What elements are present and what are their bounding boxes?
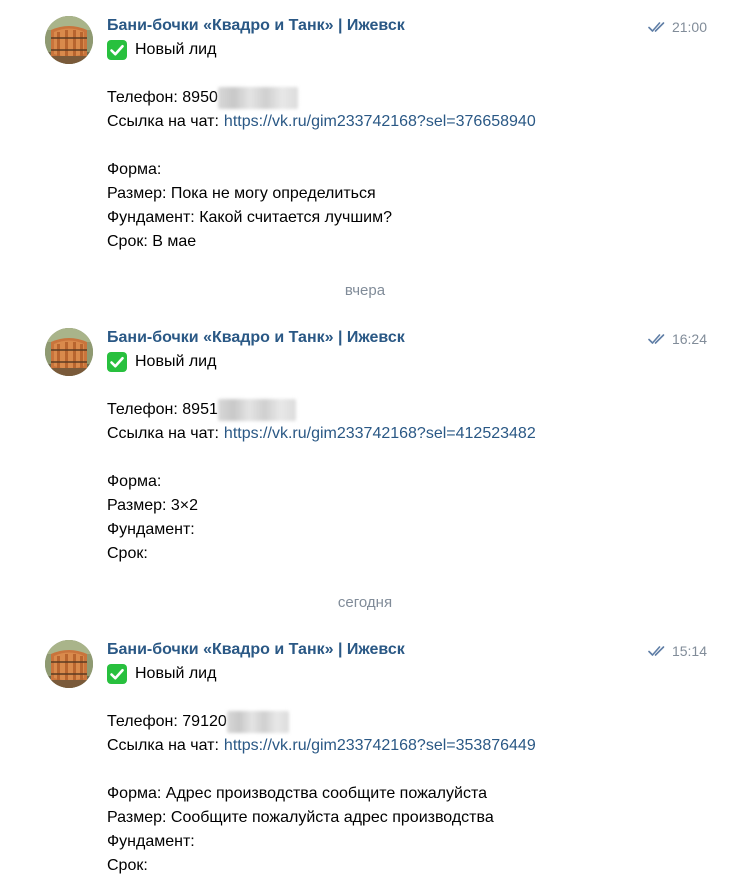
phone-label: Телефон: — [107, 89, 178, 106]
message-time: 15:14 — [671, 643, 707, 659]
sender-name[interactable]: Бани-бочки «Квадро и Танк» | Ижевск — [107, 640, 405, 660]
phone-label: Телефон: — [107, 713, 178, 730]
form-line: Форма: Адрес производства сообщите пожал… — [107, 782, 536, 806]
double-check-icon — [648, 645, 668, 657]
chat-link-line: Ссылка на чат: https://vk.ru/gim233742168… — [107, 734, 536, 758]
avatar-image — [45, 16, 93, 64]
size-value: 3×2 — [170, 497, 199, 514]
phone-value: 8951 — [182, 401, 218, 418]
term-label: Срок: — [107, 233, 148, 250]
sender-name[interactable]: Бани-бочки «Квадро и Танк» | Ижевск — [107, 328, 405, 348]
size-value: Пока не могу определиться — [170, 185, 376, 202]
form-line: Форма: — [107, 158, 536, 182]
phone-line: Телефон: 8951 — [107, 398, 536, 422]
message-meta: 21:00 — [648, 18, 707, 36]
status-text: Новый лид — [135, 665, 217, 682]
green-checkmark-icon — [107, 352, 127, 372]
foundation-label: Фундамент: — [107, 521, 195, 538]
redacted-phone — [226, 711, 289, 733]
status-text: Новый лид — [135, 353, 217, 370]
term-label: Срок: — [107, 545, 148, 562]
message-meta: 15:14 — [648, 642, 707, 660]
chat-link-line: Ссылка на чат: https://vk.ru/gim233742168… — [107, 422, 536, 446]
date-separator: вчера — [344, 282, 386, 299]
avatar[interactable] — [45, 16, 93, 64]
foundation-label: Фундамент: — [107, 209, 195, 226]
form-value: Адрес производства сообщите пожалуйста — [165, 785, 487, 802]
green-checkmark-icon — [107, 40, 127, 60]
avatar-image — [45, 328, 93, 376]
message-meta: 16:24 — [648, 330, 707, 348]
message-time: 21:00 — [671, 19, 707, 35]
message-time: 16:24 — [671, 331, 707, 347]
phone-label: Телефон: — [107, 401, 178, 418]
message-body: Новый лид Телефон: 79120 Ссылка на чат: h… — [107, 662, 536, 878]
term-line: Срок: — [107, 854, 536, 878]
form-label: Форма: — [107, 161, 162, 178]
form-line: Форма: — [107, 470, 536, 494]
chat-link[interactable]: https://vk.ru/gim233742168?sel=353876449 — [224, 734, 536, 758]
phone-line: Телефон: 8950 — [107, 86, 536, 110]
term-label: Срок: — [107, 857, 148, 874]
green-checkmark-icon — [107, 664, 127, 684]
form-label: Форма: — [107, 473, 162, 490]
term-line: Срок: — [107, 542, 536, 566]
status-line: Новый лид — [107, 350, 536, 374]
phone-value: 79120 — [182, 713, 227, 730]
chat-link-label: Ссылка на чат: — [107, 425, 219, 442]
foundation-line: Фундамент: Какой считается лучшим? — [107, 206, 536, 230]
message-body: Новый лид Телефон: 8950 Ссылка на чат: ht… — [107, 38, 536, 254]
foundation-line: Фундамент: — [107, 518, 536, 542]
size-value: Сообщите пожалуйста адрес производства — [170, 809, 494, 826]
phone-line: Телефон: 79120 — [107, 710, 536, 734]
chat-link-label: Ссылка на чат: — [107, 737, 219, 754]
size-line: Размер: Сообщите пожалуйста адрес произв… — [107, 806, 536, 830]
redacted-phone — [217, 399, 296, 421]
size-line: Размер: Пока не могу определиться — [107, 182, 536, 206]
date-separator: сегодня — [337, 594, 393, 611]
avatar-image — [45, 640, 93, 688]
redacted-phone — [217, 87, 298, 109]
foundation-line: Фундамент: — [107, 830, 536, 854]
double-check-icon — [648, 21, 668, 33]
size-line: Размер: 3×2 — [107, 494, 536, 518]
status-line: Новый лид — [107, 38, 536, 62]
avatar[interactable] — [45, 328, 93, 376]
chat-link[interactable]: https://vk.ru/gim233742168?sel=412523482 — [224, 422, 536, 446]
foundation-value: Какой считается лучшим? — [199, 209, 392, 226]
size-label: Размер: — [107, 185, 167, 202]
foundation-label: Фундамент: — [107, 833, 195, 850]
avatar[interactable] — [45, 640, 93, 688]
term-line: Срок: В мае — [107, 230, 536, 254]
term-value: В мае — [152, 233, 197, 250]
double-check-icon — [648, 333, 668, 345]
chat-link-label: Ссылка на чат: — [107, 113, 219, 130]
form-label: Форма: — [107, 785, 162, 802]
chat-link-line: Ссылка на чат: https://vk.ru/gim233742168… — [107, 110, 536, 134]
sender-name[interactable]: Бани-бочки «Квадро и Танк» | Ижевск — [107, 16, 405, 36]
status-line: Новый лид — [107, 662, 536, 686]
chat-link[interactable]: https://vk.ru/gim233742168?sel=376658940 — [224, 110, 536, 134]
size-label: Размер: — [107, 497, 167, 514]
message-body: Новый лид Телефон: 8951 Ссылка на чат: ht… — [107, 350, 536, 566]
phone-value: 8950 — [182, 89, 218, 106]
size-label: Размер: — [107, 809, 167, 826]
status-text: Новый лид — [135, 41, 217, 58]
